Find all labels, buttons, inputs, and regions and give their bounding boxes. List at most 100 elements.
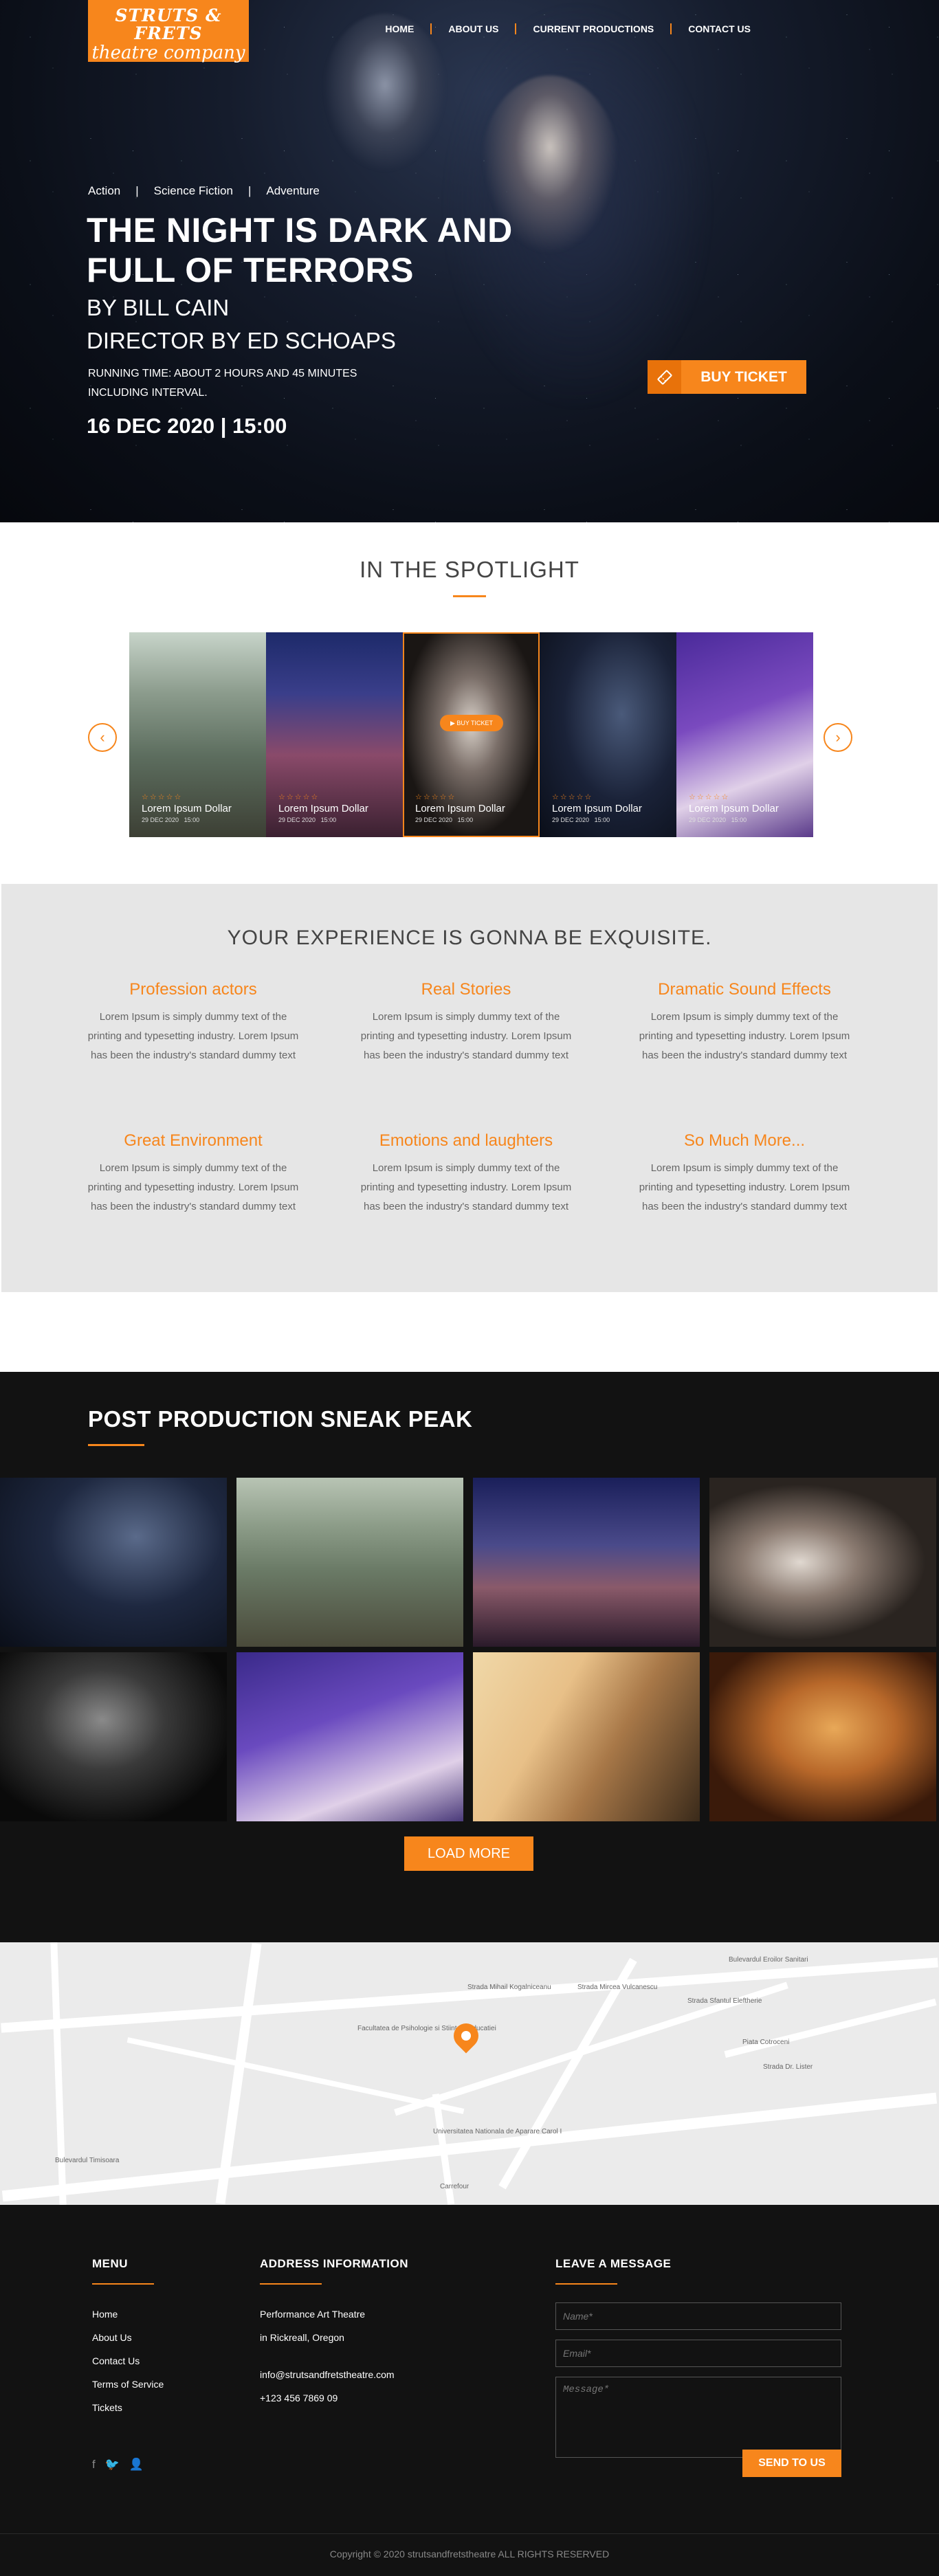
nav-contact-us[interactable]: CONTACT US [670,23,767,34]
footer-email[interactable]: info@strutsandfretstheatre.com [260,2363,408,2386]
nav-home[interactable]: HOME [368,23,430,34]
name-input[interactable] [555,2302,841,2330]
main-nav: HOME ABOUT US CURRENT PRODUCTIONS CONTAC… [368,23,767,34]
footer-underline [555,2283,617,2285]
running-time: RUNNING TIME: ABOUT 2 HOURS AND 45 MINUT… [88,368,357,399]
slide-buy-label: BUY TICKET [456,720,494,726]
footer-menu: MENU Home About Us Contact Us Terms of S… [92,2257,164,2419]
feature-item: Dramatic Sound Effects Lorem Ipsum is si… [638,980,851,1065]
genre-list: Action | Science Fiction | Adventure [88,184,335,198]
hero-image-actor-1 [323,14,447,172]
map-road [50,1942,67,2205]
footer-link-contact[interactable]: Contact Us [92,2349,164,2373]
hero-banner: STRUTS & FRETS theatre company HOME ABOU… [0,0,939,522]
rating-stars: ☆☆☆☆☆ [142,793,183,801]
address-line: in Rickreall, Oregon [260,2332,344,2343]
slide-date: 29 DEC 2020 15:00 [552,817,642,823]
slide-time: 15:00 [184,817,200,823]
genre-tag[interactable]: Adventure [251,184,335,198]
map-label: Strada Sfantul Eleftherie [687,1997,762,2005]
gallery-image[interactable] [236,1652,463,1821]
slide-date-value: 29 DEC 2020 [689,817,727,823]
feature-item: Emotions and laughters Lorem Ipsum is si… [360,1131,573,1217]
feature-title: Dramatic Sound Effects [658,980,831,999]
show-director: DIRECTOR BY ED SCHOAPS [87,328,396,353]
gallery-image[interactable] [709,1478,936,1647]
map-road [1,2092,938,2202]
experience-section: YOUR EXPERIENCE IS GONNA BE EXQUISITE. P… [0,884,939,1372]
address-line: Performance Art Theatre [260,2309,366,2320]
gallery-image[interactable] [0,1652,227,1821]
social-links: f 🐦 👤 [92,2458,144,2472]
slide-time: 15:00 [457,817,474,823]
footer-divider [0,2533,939,2534]
spotlight-slide-active[interactable]: ▶ BUY TICKET ☆☆☆☆☆ Lorem Ipsum Dollar 29… [403,632,540,837]
carousel-prev-button[interactable]: ‹ [88,723,117,752]
chevron-left-icon: ‹ [100,729,105,746]
feature-item: So Much More... Lorem Ipsum is simply du… [638,1131,851,1217]
spotlight-slide[interactable]: ☆☆☆☆☆ Lorem Ipsum Dollar 29 DEC 2020 15:… [540,632,676,837]
message-input[interactable] [555,2377,841,2458]
gallery-image[interactable] [473,1478,700,1647]
photo-gallery [0,1478,939,1821]
chevron-right-icon: › [835,729,841,746]
slide-caption: ☆☆☆☆☆ Lorem Ipsum Dollar 29 DEC 2020 15:… [142,792,232,823]
feature-text: Lorem Ipsum is simply dummy text of the … [87,1011,299,1061]
gallery-image[interactable] [473,1652,700,1821]
footer-message-title: LEAVE A MESSAGE [555,2257,672,2270]
location-map[interactable]: Strada Mihail Kogalniceanu Facultatea de… [0,1942,939,2205]
spotlight-slide[interactable]: ☆☆☆☆☆ Lorem Ipsum Dollar 29 DEC 2020 15:… [129,632,266,837]
map-road [126,2037,465,2114]
slide-title: Lorem Ipsum Dollar [415,803,505,814]
feature-title: Real Stories [421,980,511,999]
rating-stars: ☆☆☆☆☆ [415,793,456,801]
facebook-icon[interactable]: f [92,2458,96,2472]
slide-date: 29 DEC 2020 15:00 [689,817,779,823]
spotlight-slide[interactable]: ☆☆☆☆☆ Lorem Ipsum Dollar 29 DEC 2020 15:… [266,632,403,837]
spotlight-slide[interactable]: ☆☆☆☆☆ Lorem Ipsum Dollar 29 DEC 2020 15:… [676,632,813,837]
feature-text: Lorem Ipsum is simply dummy text of the … [639,1162,850,1212]
footer-underline [92,2283,154,2285]
user-icon[interactable]: 👤 [129,2458,144,2472]
sneak-peek-section: POST PRODUCTION SNEAK PEAK LOAD MORE [0,1372,939,1942]
sneak-peek-title: POST PRODUCTION SNEAK PEAK [88,1406,473,1432]
twitter-icon[interactable]: 🐦 [105,2458,120,2472]
slide-date-value: 29 DEC 2020 [552,817,590,823]
map-label: Carrefour [440,2183,470,2190]
slide-caption: ☆☆☆☆☆ Lorem Ipsum Dollar 29 DEC 2020 15:… [278,792,368,823]
nav-current-productions[interactable]: CURRENT PRODUCTIONS [515,23,670,34]
feature-item: Real Stories Lorem Ipsum is simply dummy… [360,980,573,1065]
gallery-image[interactable] [236,1478,463,1647]
send-message-button[interactable]: SEND TO US [742,2450,841,2477]
map-pin-icon[interactable] [448,2018,484,2054]
buy-ticket-button[interactable]: BUY TICKET [648,360,806,394]
brand-logo[interactable]: STRUTS & FRETS theatre company [88,0,249,63]
spotlight-carousel: ☆☆☆☆☆ Lorem Ipsum Dollar 29 DEC 2020 15:… [129,632,813,837]
slide-buy-button[interactable]: ▶ BUY TICKET [440,715,503,731]
map-label: Bulevardul Timisoara [55,2157,120,2164]
slide-title: Lorem Ipsum Dollar [142,803,232,814]
gallery-image[interactable] [0,1478,227,1647]
slide-date: 29 DEC 2020 15:00 [415,817,505,823]
footer-link-terms[interactable]: Terms of Service [92,2373,164,2396]
footer-underline [260,2283,322,2285]
footer-link-about[interactable]: About Us [92,2326,164,2349]
spotlight-section: IN THE SPOTLIGHT ‹ ☆☆☆☆☆ Lorem Ipsum Dol… [0,522,939,884]
map-label: Bulevardul Eroilor Sanitari [729,1956,808,1964]
carousel-next-button[interactable]: › [824,723,852,752]
genre-tag[interactable]: Science Fiction [139,184,248,198]
footer-link-tickets[interactable]: Tickets [92,2396,164,2419]
map-label: Strada Mircea Vulcanescu [577,1984,658,1991]
footer-link-home[interactable]: Home [92,2302,164,2326]
brand-logo-line1: STRUTS & FRETS [115,5,222,43]
show-title: THE NIGHT IS DARK AND FULL OF TERRORS [87,211,513,289]
nav-about-us[interactable]: ABOUT US [430,23,515,34]
email-input[interactable] [555,2340,841,2367]
copyright-text: Copyright © 2020 strutsandfretstheatre A… [329,2549,610,2560]
load-more-button[interactable]: LOAD MORE [404,1836,533,1871]
slide-caption: ☆☆☆☆☆ Lorem Ipsum Dollar 29 DEC 2020 15:… [552,792,642,823]
gallery-image[interactable] [709,1652,936,1821]
footer-address-title: ADDRESS INFORMATION [260,2257,409,2270]
genre-tag[interactable]: Action [88,184,135,198]
